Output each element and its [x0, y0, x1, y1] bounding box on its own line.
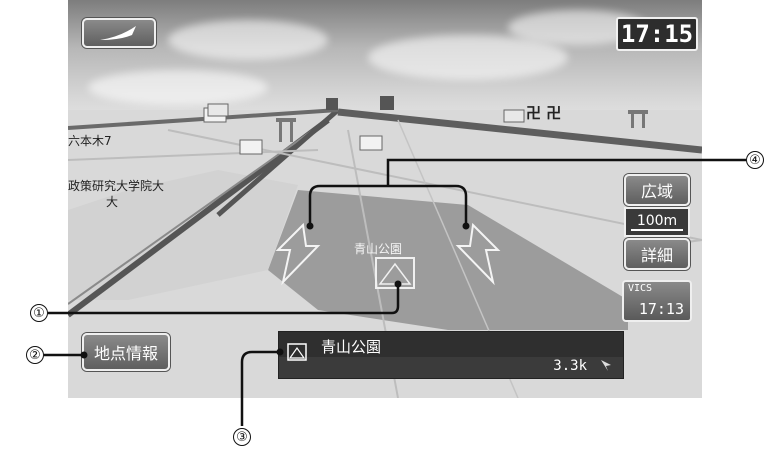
zoom-out-button[interactable]: 広域	[624, 174, 690, 206]
map-label: 大	[106, 195, 119, 209]
compass-button[interactable]	[82, 18, 156, 48]
callout-2: ②	[26, 346, 44, 364]
destination-panel[interactable]: 青山公園 3.3k	[278, 331, 624, 379]
callout-3: ③	[233, 428, 251, 446]
vics-button[interactable]: VICS 17:13	[622, 280, 692, 322]
destination-distance: 3.3k	[553, 358, 587, 374]
park-icon	[287, 343, 307, 361]
landmark-label: 青山公園	[354, 242, 403, 256]
destination-name: 青山公園	[321, 338, 382, 356]
temple-icons: 卍 卍	[526, 104, 562, 122]
navigation-screen: 六本木7 政策研究大学院大 大 青山公園 卍 卍 17:15 広域 100m 詳…	[68, 0, 702, 398]
callout-1: ①	[30, 304, 48, 322]
compass-icon	[100, 26, 136, 40]
map-scale: 100m	[624, 207, 690, 237]
cursor-icon	[601, 360, 611, 371]
zoom-panel: 広域 100m 詳細	[624, 174, 690, 270]
point-info-button[interactable]: 地点情報	[82, 333, 170, 371]
callout-4: ④	[746, 151, 764, 169]
vics-label: VICS	[628, 283, 653, 294]
map-label: 政策研究大学院大	[68, 179, 165, 193]
vics-time: 17:13	[638, 300, 684, 318]
clock: 17:15	[616, 17, 698, 51]
scale-label: 100m	[630, 213, 684, 231]
map-label: 六本木7	[68, 134, 112, 148]
park-area	[268, 190, 628, 330]
zoom-in-button[interactable]: 詳細	[624, 238, 690, 270]
